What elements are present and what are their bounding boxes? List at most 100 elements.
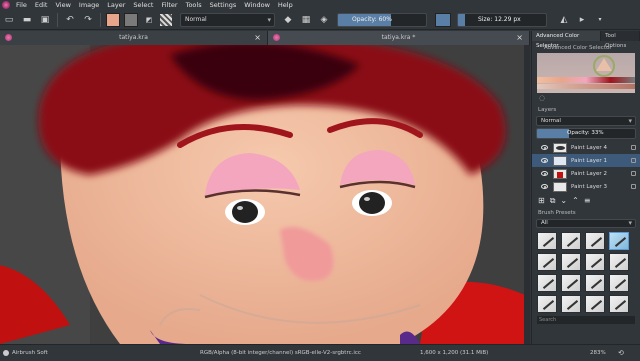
menu-select[interactable]: Select bbox=[129, 0, 157, 10]
opacity-label: Opacity: 60% bbox=[352, 15, 392, 23]
brush-preset[interactable] bbox=[585, 232, 605, 250]
brush-preset[interactable] bbox=[561, 274, 581, 292]
menu-file[interactable]: File bbox=[12, 0, 31, 10]
eye-icon[interactable] bbox=[541, 158, 548, 163]
lock-icon[interactable] bbox=[631, 171, 636, 176]
color-history-strip[interactable] bbox=[537, 77, 635, 83]
menu-settings[interactable]: Settings bbox=[206, 0, 241, 10]
color-triangle-icon[interactable] bbox=[591, 55, 617, 77]
layer-list: Paint Layer 4 Paint Layer 1 Paint Layer … bbox=[532, 141, 640, 193]
eye-icon[interactable] bbox=[541, 145, 548, 150]
open-folder-icon[interactable]: ▬ bbox=[20, 13, 34, 27]
swap-colors-icon[interactable]: ◩ bbox=[142, 13, 156, 27]
foreground-color-swatch[interactable] bbox=[106, 12, 120, 27]
move-down-icon[interactable]: ⌄ bbox=[560, 196, 567, 206]
eraser-icon[interactable]: ◆ bbox=[281, 13, 295, 27]
lock-icon[interactable] bbox=[631, 158, 636, 163]
layer-row[interactable]: Paint Layer 2 bbox=[532, 167, 640, 180]
flow-swatch[interactable] bbox=[435, 12, 451, 27]
menu-window[interactable]: Window bbox=[240, 0, 274, 10]
brush-preset[interactable] bbox=[561, 253, 581, 271]
menu-bar: File Edit View Image Layer Select Filter… bbox=[0, 0, 640, 10]
opacity-slider[interactable]: Opacity: 60% bbox=[337, 12, 427, 27]
right-docker-panel: Advanced Color Selector Tool Options Adv… bbox=[531, 31, 640, 344]
reload-preset-icon[interactable]: ◈ bbox=[317, 13, 331, 27]
menu-tools[interactable]: Tools bbox=[182, 0, 206, 10]
layers-title: Layers bbox=[538, 107, 557, 113]
drawing-canvas[interactable] bbox=[0, 45, 530, 344]
layer-properties-icon[interactable]: ≡ bbox=[584, 196, 591, 206]
document-tab-title: tatiya.kra bbox=[119, 34, 148, 41]
canvas-vertical-scrollbar[interactable] bbox=[524, 45, 530, 344]
menu-filter[interactable]: Filter bbox=[157, 0, 181, 10]
brush-preset[interactable] bbox=[609, 274, 629, 292]
brush-preset-grid bbox=[532, 229, 640, 316]
chevron-down-icon[interactable]: ▾ bbox=[593, 13, 607, 27]
undo-icon[interactable]: ↶ bbox=[63, 13, 77, 27]
layer-thumbnail bbox=[553, 155, 567, 166]
save-icon[interactable]: ▣ bbox=[38, 13, 52, 27]
krita-logo-icon bbox=[2, 1, 10, 9]
layer-blend-mode-select[interactable]: Normal bbox=[536, 116, 636, 126]
blend-mode-select[interactable]: Normal bbox=[180, 12, 275, 27]
menu-layer[interactable]: Layer bbox=[103, 0, 129, 10]
menu-edit[interactable]: Edit bbox=[31, 0, 52, 10]
pattern-icon[interactable] bbox=[160, 13, 172, 26]
layer-thumbnail bbox=[553, 181, 567, 192]
rotation-icon[interactable]: ⟲ bbox=[618, 345, 624, 361]
krita-document-icon bbox=[5, 34, 12, 41]
advanced-color-selector[interactable] bbox=[537, 53, 635, 93]
brush-preset[interactable] bbox=[609, 295, 629, 313]
layer-row[interactable]: Paint Layer 4 bbox=[532, 141, 640, 154]
preset-filter-select[interactable]: All bbox=[536, 219, 636, 228]
document-tab-2[interactable]: tatiya.kra * × bbox=[268, 31, 530, 45]
new-document-icon[interactable]: ▭ bbox=[2, 13, 16, 27]
eye-icon[interactable] bbox=[541, 171, 548, 176]
brush-search-input[interactable]: Search bbox=[537, 316, 635, 324]
document-tab-title: tatiya.kra * bbox=[381, 34, 416, 41]
mirror-horizontal-icon[interactable]: ◭ bbox=[557, 13, 571, 27]
brush-preset-selected[interactable] bbox=[609, 232, 629, 250]
add-layer-icon[interactable]: ⊞ bbox=[538, 196, 545, 206]
tab-advanced-color-selector[interactable]: Advanced Color Selector bbox=[532, 31, 602, 49]
redo-icon[interactable]: ↷ bbox=[81, 13, 95, 27]
color-hue-strip[interactable] bbox=[537, 84, 635, 89]
duplicate-layer-icon[interactable]: ⧉ bbox=[550, 196, 556, 206]
layer-name: Paint Layer 2 bbox=[571, 170, 607, 177]
document-tabs: tatiya.kra × tatiya.kra * × bbox=[0, 31, 530, 45]
brush-preset[interactable] bbox=[585, 274, 605, 292]
background-color-swatch[interactable] bbox=[124, 12, 138, 27]
layer-row-selected[interactable]: Paint Layer 1 bbox=[532, 154, 640, 167]
brush-preset[interactable] bbox=[537, 232, 557, 250]
lock-icon[interactable] bbox=[631, 184, 636, 189]
color-space-info: RGB/Alpha (8-bit integer/channel) sRGB-e… bbox=[200, 350, 361, 356]
lock-icon[interactable] bbox=[631, 145, 636, 150]
close-icon[interactable]: × bbox=[254, 31, 261, 45]
menu-view[interactable]: View bbox=[51, 0, 74, 10]
menu-help[interactable]: Help bbox=[274, 0, 297, 10]
brush-preset[interactable] bbox=[537, 274, 557, 292]
brush-preset[interactable] bbox=[609, 253, 629, 271]
status-bar: Airbrush Soft RGB/Alpha (8-bit integer/c… bbox=[0, 344, 640, 360]
document-tab-1[interactable]: tatiya.kra × bbox=[0, 31, 268, 45]
menu-image[interactable]: Image bbox=[75, 0, 103, 10]
brush-presets-title: Brush Presets bbox=[538, 210, 576, 216]
brush-preset[interactable] bbox=[537, 253, 557, 271]
layer-opacity-slider[interactable]: Opacity: 33% bbox=[536, 128, 636, 139]
brush-preset[interactable] bbox=[585, 253, 605, 271]
preserve-alpha-icon[interactable]: ▦ bbox=[299, 13, 313, 27]
layer-row[interactable]: Paint Layer 3 bbox=[532, 180, 640, 193]
move-up-icon[interactable]: ⌃ bbox=[572, 196, 579, 206]
acs-reset-icon[interactable]: ◌ bbox=[539, 94, 640, 102]
brush-preset[interactable] bbox=[537, 295, 557, 313]
size-slider[interactable]: Size: 12.29 px bbox=[457, 12, 547, 27]
eye-icon[interactable] bbox=[541, 184, 548, 189]
brush-preset[interactable] bbox=[561, 232, 581, 250]
mirror-vertical-icon[interactable]: ▸ bbox=[575, 13, 589, 27]
brush-preset[interactable] bbox=[585, 295, 605, 313]
close-icon[interactable]: × bbox=[516, 31, 523, 45]
krita-document-icon bbox=[273, 34, 280, 41]
brush-preset[interactable] bbox=[561, 295, 581, 313]
tab-tool-options[interactable]: Tool Options bbox=[601, 31, 640, 49]
main-toolbar: ▭ ▬ ▣ ↶ ↷ ◩ Normal ◆ ▦ ◈ Opacity: 60% Si… bbox=[0, 10, 640, 30]
